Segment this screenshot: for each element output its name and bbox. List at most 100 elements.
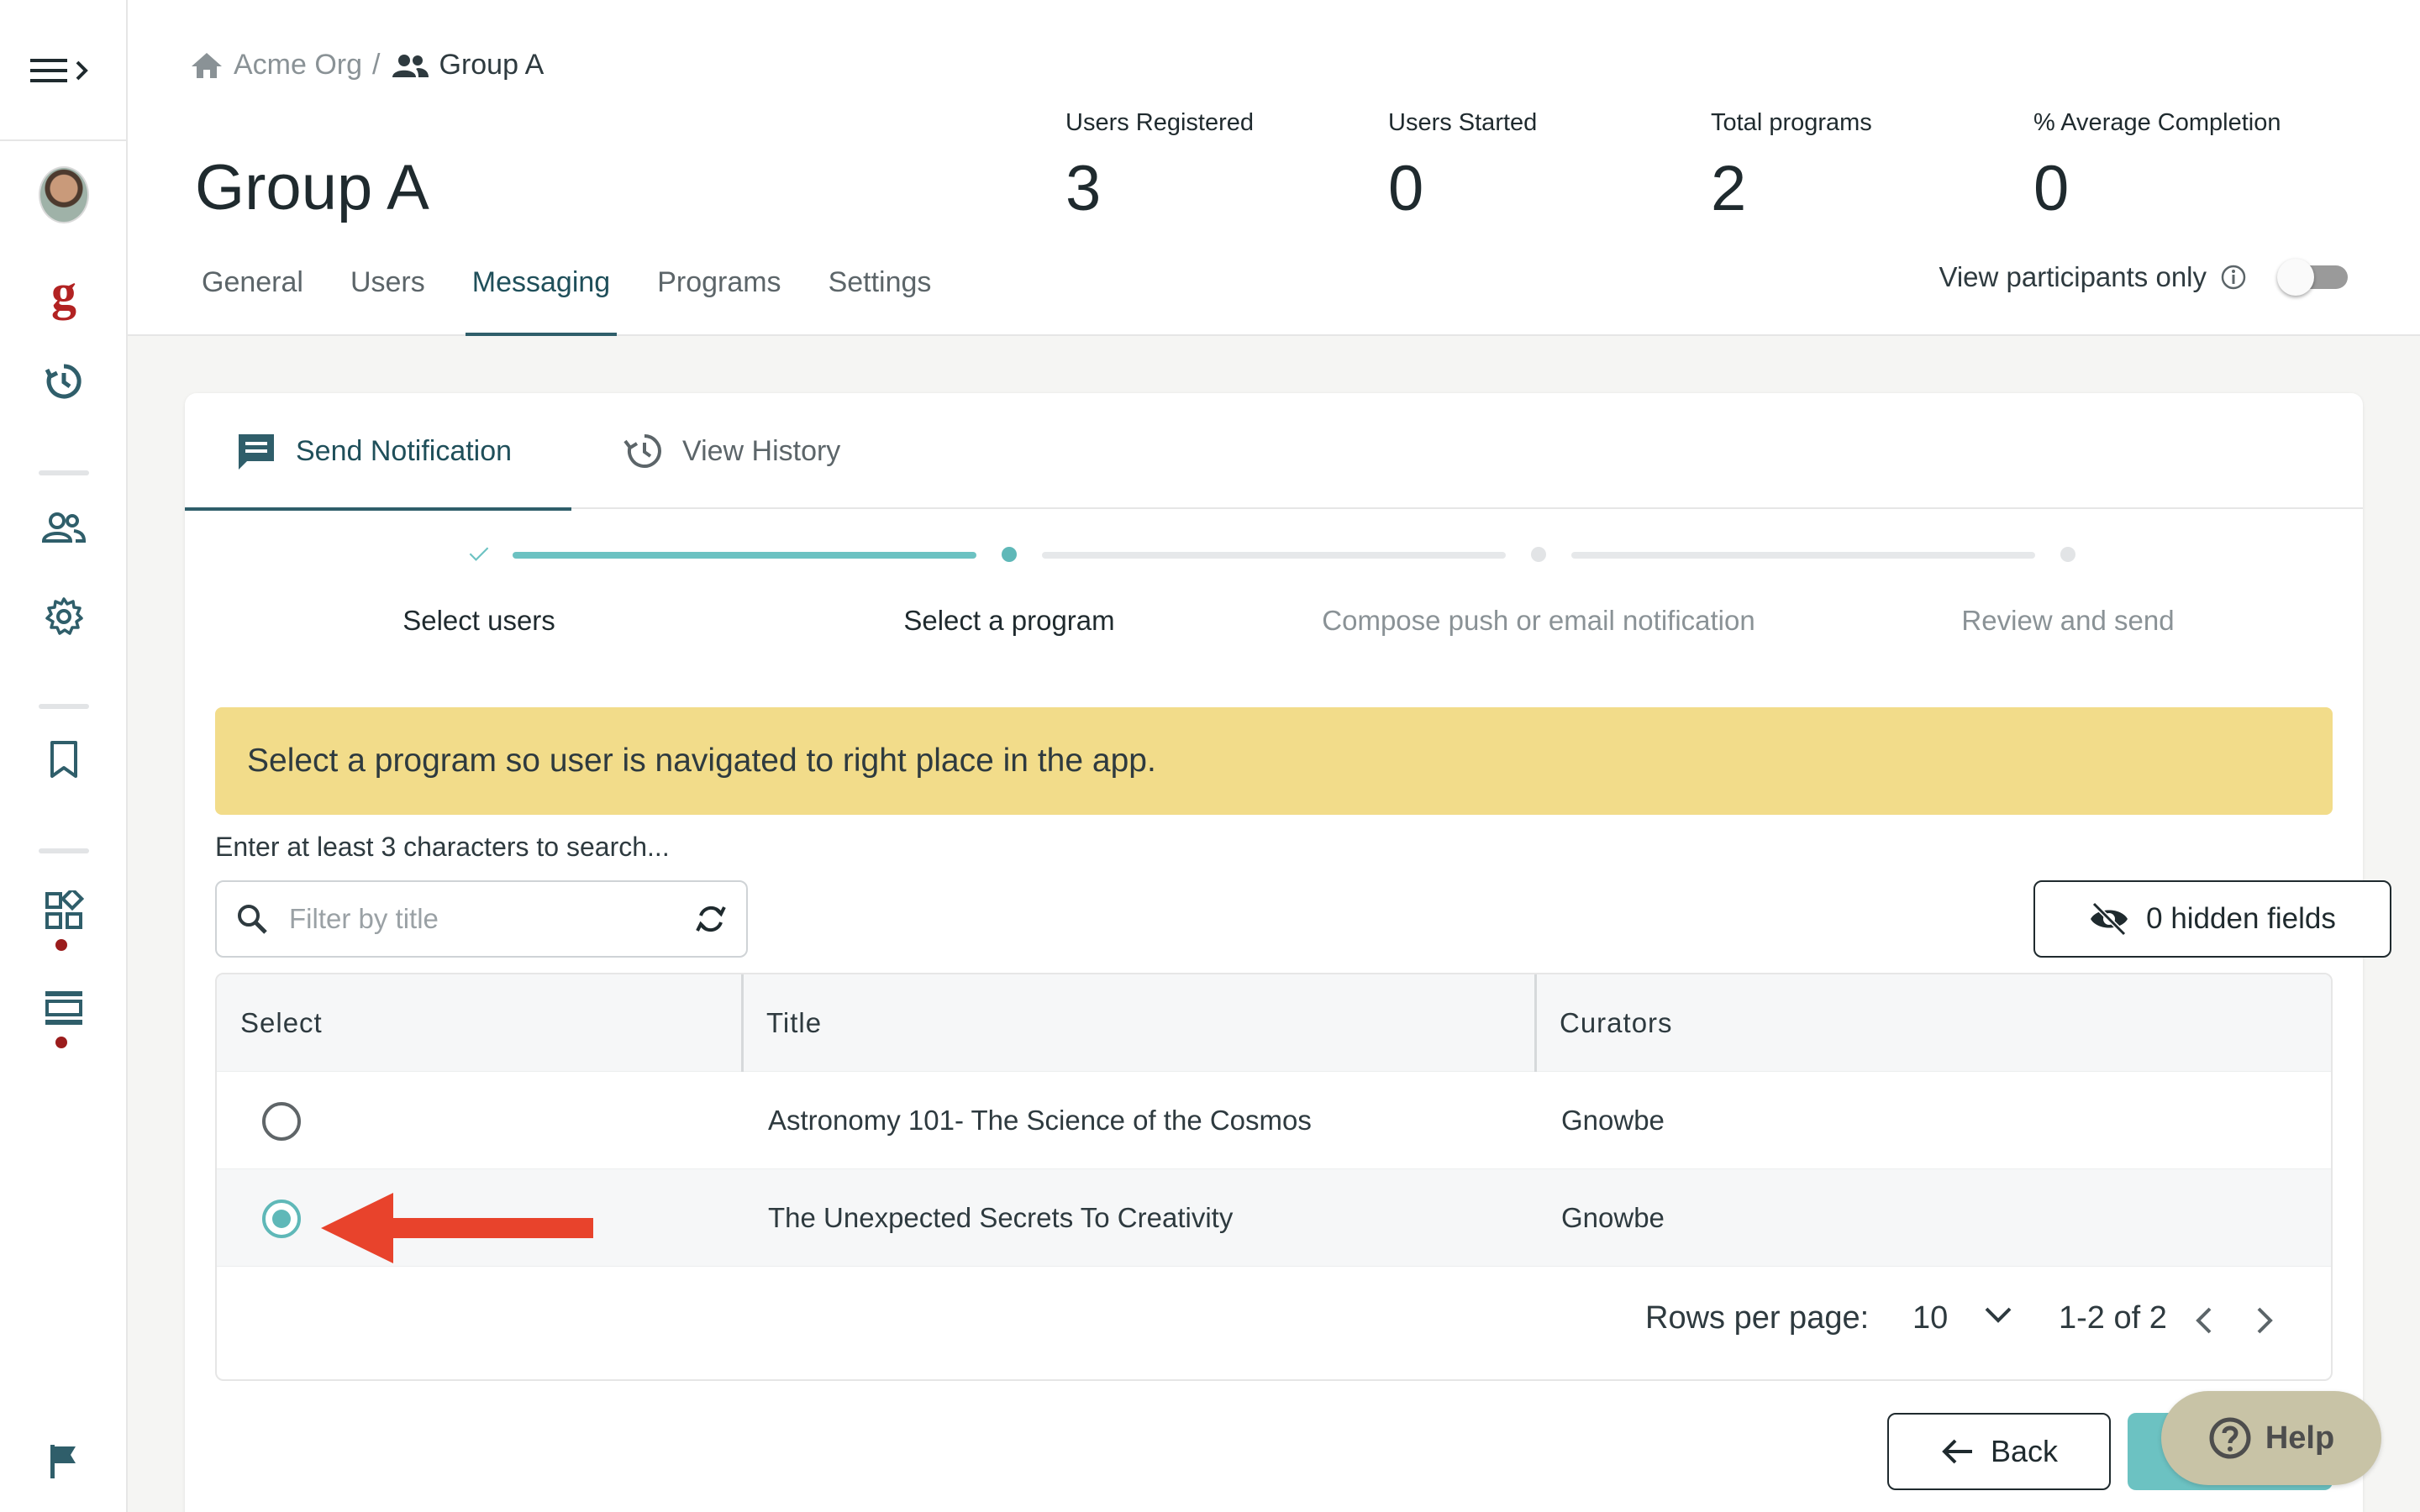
sidebar-divider (39, 470, 89, 475)
stat-value: 0 (2033, 153, 2070, 224)
stat-users-started: Users Started 0 (1388, 109, 1537, 225)
gnowbe-logo-button[interactable]: g (39, 267, 89, 318)
view-list-icon (45, 991, 82, 1025)
stat-users-registered: Users Registered 3 (1065, 109, 1254, 225)
step-label-select-program: Select a program (903, 605, 1115, 636)
back-button[interactable]: Back (1887, 1413, 2111, 1490)
search-hint: Enter at least 3 characters to search... (215, 832, 670, 862)
tab-messaging[interactable]: Messaging (465, 260, 618, 336)
dashboard-icon (45, 890, 84, 929)
chevron-down-icon[interactable] (1983, 1304, 2013, 1327)
row-curators: Gnowbe (1561, 1202, 1665, 1233)
column-header-curators[interactable]: Curators (1536, 974, 1673, 1072)
bookmark-nav-button[interactable] (39, 734, 89, 785)
search-input[interactable] (289, 903, 674, 935)
page-range: 1-2 of 2 (2059, 1300, 2167, 1336)
rows-per-page-label: Rows per page: (1645, 1300, 1870, 1336)
check-icon (469, 547, 489, 561)
sidebar: g (0, 0, 128, 1512)
chevron-right-icon[interactable] (2254, 1305, 2275, 1336)
stat-label: Total programs (1711, 109, 1872, 136)
tab-general[interactable]: General (195, 260, 310, 336)
column-header-title[interactable]: Title (743, 974, 822, 1072)
history-nav-button[interactable] (39, 356, 89, 407)
page-header: Acme Org / Group A Group A Users Registe… (128, 0, 2420, 336)
dashboard-nav-button[interactable] (39, 885, 89, 936)
row-curators: Gnowbe (1561, 1105, 1665, 1136)
arrow-left-annotation-icon (321, 1193, 593, 1263)
settings-nav-button[interactable] (39, 591, 89, 642)
tab-programs[interactable]: Programs (650, 260, 787, 336)
help-button[interactable]: Help (2161, 1391, 2381, 1485)
avatar (39, 166, 89, 223)
messaging-tabs: Send Notification View History (185, 393, 2363, 511)
home-icon (192, 52, 222, 78)
group-icon (392, 54, 429, 77)
stat-label: Users Started (1388, 109, 1538, 136)
notification-dot (55, 1037, 67, 1048)
stat-label: Users Registered (1065, 109, 1255, 136)
table-row[interactable]: Astronomy 101- The Science of the Cosmos… (217, 1072, 2331, 1169)
participants-filter: View participants only (1939, 259, 2353, 296)
step-dot (2060, 547, 2075, 562)
step-connector (1042, 552, 1506, 559)
column-header-select[interactable]: Select (217, 974, 323, 1072)
refresh-icon[interactable] (694, 902, 728, 936)
toggle-knob (2277, 259, 2314, 296)
eye-off-icon (2091, 902, 2128, 936)
hidden-fields-button[interactable]: 0 hidden fields (2033, 880, 2391, 958)
row-select-radio[interactable] (262, 1200, 301, 1238)
notification-dot (55, 939, 67, 951)
help-icon (2209, 1417, 2251, 1459)
hamburger-icon (30, 59, 67, 82)
search-field (215, 880, 748, 958)
breadcrumb-org-link[interactable]: Acme Org (234, 49, 362, 81)
chevron-left-icon[interactable] (2193, 1305, 2215, 1336)
history-icon (45, 364, 82, 399)
people-icon (42, 512, 86, 543)
back-button-label: Back (1990, 1434, 2059, 1468)
group-tabs: General Users Messaging Programs Setting… (195, 260, 971, 336)
tab-users[interactable]: Users (344, 260, 432, 336)
stat-value: 0 (1388, 153, 1424, 224)
messaging-card: Send Notification View History Select us… (185, 393, 2391, 1512)
table-row[interactable]: The Unexpected Secrets To Creativity Gno… (217, 1169, 2331, 1267)
step-complete-marker (469, 544, 489, 564)
stat-label: % Average Completion (2033, 109, 2281, 136)
report-flag-button[interactable] (39, 1436, 89, 1487)
tab-send-notification[interactable]: Send Notification (185, 393, 571, 511)
table-header: Select Title Curators (217, 974, 2331, 1072)
step-dot (1002, 547, 1017, 562)
sidebar-divider (0, 139, 128, 141)
chevron-right-icon (76, 60, 88, 81)
step-label-compose: Compose push or email notification (1322, 605, 1755, 636)
participants-only-toggle[interactable] (2277, 259, 2353, 296)
gear-icon (45, 597, 83, 635)
main-content: Send Notification View History Select us… (128, 336, 2420, 1512)
help-button-label: Help (2265, 1420, 2335, 1456)
sidebar-divider (39, 704, 89, 709)
programs-table: Select Title Curators Astronomy 101- The… (215, 973, 2333, 1381)
row-select-radio[interactable] (262, 1102, 301, 1141)
bookmark-icon (50, 741, 77, 778)
tab-view-history[interactable]: View History (571, 393, 891, 509)
people-nav-button[interactable] (39, 502, 89, 553)
page-title: Group A (195, 152, 429, 223)
stat-value: 3 (1065, 153, 1102, 224)
step-connector (1571, 552, 2035, 559)
gnowbe-logo-icon: g (51, 265, 76, 320)
tab-view-history-label: View History (682, 434, 841, 467)
info-icon[interactable] (2220, 264, 2247, 291)
sidebar-divider (39, 848, 89, 853)
flag-icon (50, 1445, 76, 1478)
list-nav-button[interactable] (39, 983, 89, 1033)
menu-toggle-button[interactable] (30, 52, 103, 89)
hidden-fields-label: 0 hidden fields (2146, 902, 2336, 935)
step-label-select-users: Select users (402, 605, 555, 636)
rows-per-page-select[interactable]: 10 (1912, 1300, 1948, 1336)
row-title: The Unexpected Secrets To Creativity (768, 1202, 1234, 1233)
row-title: Astronomy 101- The Science of the Cosmos (768, 1105, 1312, 1136)
info-banner: Select a program so user is navigated to… (215, 707, 2333, 815)
user-avatar-button[interactable] (39, 166, 89, 223)
tab-settings[interactable]: Settings (822, 260, 939, 336)
